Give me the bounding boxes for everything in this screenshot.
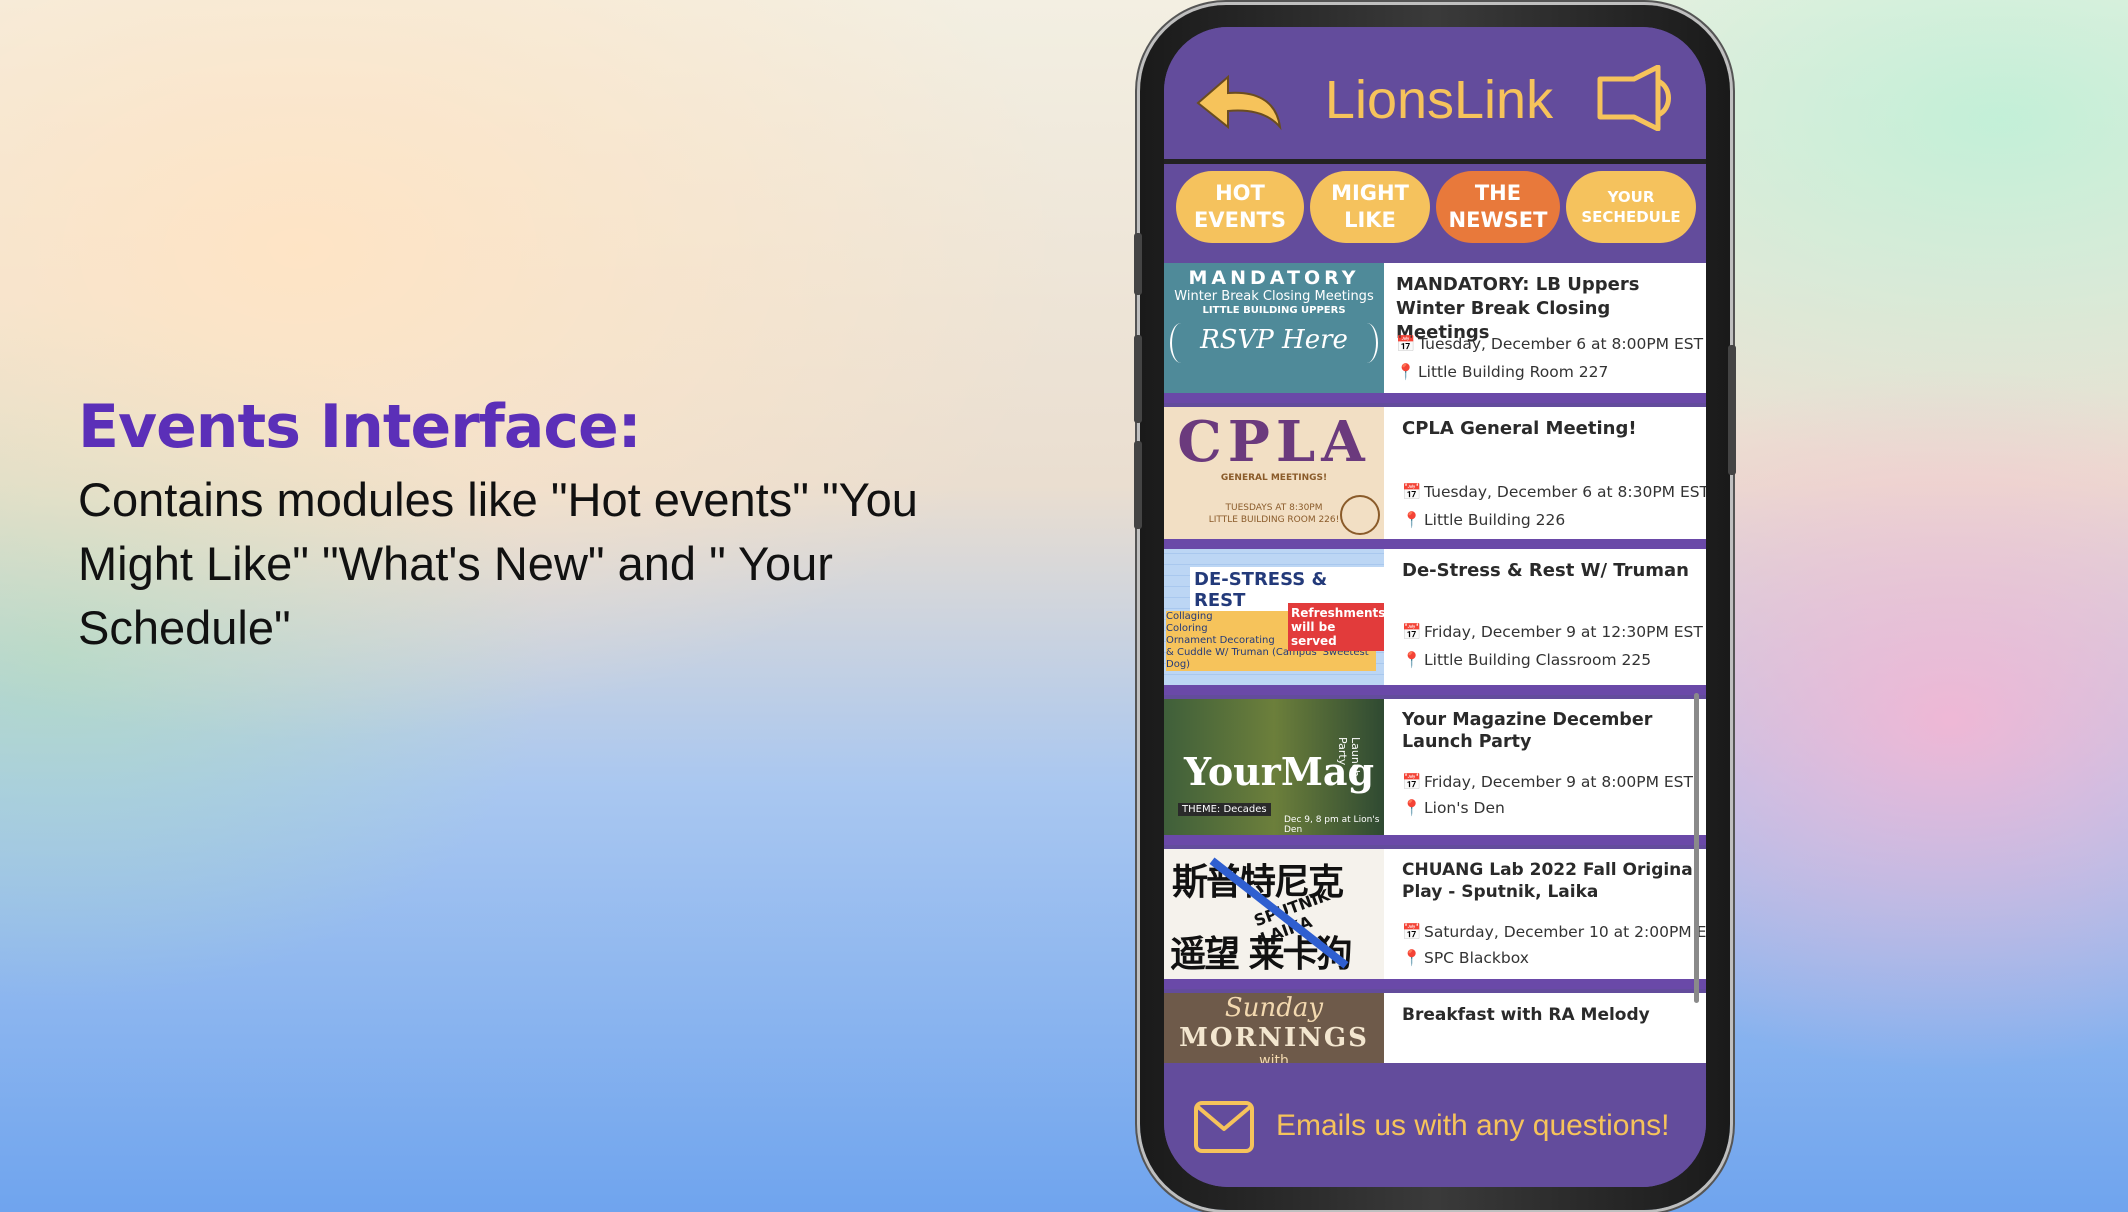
event-date: 📅 Friday, December 9 at 8:00PM EST <box>1402 773 1693 791</box>
app-screen: LionsLink HOT EVENTS MIGHT LIKE THE NEWS… <box>1164 27 1706 1187</box>
list-scrollbar[interactable] <box>1694 693 1699 1003</box>
poster-text: CPLA <box>1177 409 1371 475</box>
poster-text: THEME: Decades <box>1178 803 1271 816</box>
megaphone-icon[interactable] <box>1594 65 1674 131</box>
location-pin-icon: 📍 <box>1402 949 1422 967</box>
calendar-icon: 📅 <box>1402 923 1422 941</box>
event-card[interactable]: CPLA GENERAL MEETINGS! TUESDAYS AT 8:30P… <box>1164 407 1706 549</box>
event-list[interactable]: MANDATORY Winter Break Closing Meetings … <box>1164 263 1706 1063</box>
event-date-text: Friday, December 9 at 8:00PM EST <box>1424 773 1693 791</box>
phone-power-button <box>1728 345 1736 475</box>
poster-text: Refreshments will be served <box>1288 603 1384 651</box>
location-pin-icon: 📍 <box>1396 363 1416 381</box>
poster-logo <box>1340 495 1380 535</box>
tab-hot-events[interactable]: HOT EVENTS <box>1176 171 1304 243</box>
event-title[interactable]: CPLA General Meeting! <box>1402 417 1702 441</box>
tab-hot-events-label: HOT EVENTS <box>1194 181 1286 232</box>
calendar-icon: 📅 <box>1402 773 1422 791</box>
event-poster: CPLA GENERAL MEETINGS! TUESDAYS AT 8:30P… <box>1164 407 1384 539</box>
slide-description: Contains modules like "Hot events" "You … <box>78 473 918 654</box>
tab-the-newset[interactable]: THE NEWSET <box>1436 171 1560 243</box>
poster-text: LITTLE BUILDING UPPERS <box>1202 305 1346 316</box>
calendar-icon: 📅 <box>1402 483 1422 501</box>
location-pin-icon: 📍 <box>1402 651 1422 669</box>
event-date: 📅 Tuesday, December 6 at 8:00PM EST <box>1396 335 1703 353</box>
event-location-text: Little Building Classroom 225 <box>1424 651 1652 669</box>
event-card[interactable]: YourMag Launch Party THEME: Decades Dec … <box>1164 699 1706 845</box>
poster-text: Dec 9, 8 pm at Lion's Den <box>1284 815 1380 835</box>
contact-text[interactable]: Emails us with any questions! <box>1276 1109 1670 1143</box>
poster-text: MANDATORY <box>1188 267 1360 289</box>
tab-might-like-label: MIGHT LIKE <box>1331 181 1409 232</box>
event-location-text: Little Building 226 <box>1424 511 1566 529</box>
poster-text: RSVP Here <box>1200 325 1348 355</box>
phone-volume-up-button <box>1134 335 1142 423</box>
phone-frame: LionsLink HOT EVENTS MIGHT LIKE THE NEWS… <box>1134 5 1736 1210</box>
poster-leaf-decor <box>1170 323 1192 363</box>
event-date-text: Tuesday, December 6 at 8:30PM EST <box>1424 483 1706 501</box>
mail-icon[interactable] <box>1194 1101 1254 1153</box>
app-header: LionsLink <box>1164 27 1706 164</box>
phone-volume-down-button <box>1134 441 1142 529</box>
event-location: 📍 Lion's Den <box>1402 799 1505 817</box>
event-date: 📅 Saturday, December 10 at 2:00PM EST <box>1402 923 1706 941</box>
poster-text: MORNINGS <box>1179 1023 1369 1053</box>
event-date: 📅 Tuesday, December 6 at 8:30PM EST <box>1402 483 1706 501</box>
poster-text: Winter Break Closing Meetings <box>1174 289 1374 304</box>
event-poster: DE-STRESS & REST Collaging Coloring Orna… <box>1164 549 1384 685</box>
phone-side-button <box>1134 233 1142 295</box>
tab-your-schedule[interactable]: YOUR SECHEDULE <box>1566 171 1696 243</box>
event-location-text: Lion's Den <box>1424 799 1505 817</box>
event-location: 📍 Little Building 226 <box>1402 511 1565 529</box>
event-location: 📍 Little Building Classroom 225 <box>1402 651 1651 669</box>
tab-the-newset-label: THE NEWSET <box>1448 181 1548 232</box>
event-poster: YourMag Launch Party THEME: Decades Dec … <box>1164 699 1384 835</box>
calendar-icon: 📅 <box>1402 623 1422 641</box>
event-title[interactable]: Breakfast with RA Melody <box>1402 1003 1702 1027</box>
event-poster: 斯普特尼克 SPUTNIK LAIKA 遥望 莱卡狗 <box>1164 849 1384 979</box>
app-footer[interactable]: Emails us with any questions! <box>1164 1063 1706 1187</box>
event-title[interactable]: Your Magazine December Launch Party <box>1402 709 1702 753</box>
event-location-text: Little Building Room 227 <box>1418 363 1609 381</box>
poster-text: GENERAL MEETINGS! <box>1220 473 1328 483</box>
event-date-text: Saturday, December 10 at 2:00PM EST <box>1424 923 1706 941</box>
app-title: LionsLink <box>1324 70 1554 130</box>
event-poster: Sunday MORNINGS with <box>1164 993 1384 1063</box>
event-location: 📍 Little Building Room 227 <box>1396 363 1608 381</box>
event-poster: MANDATORY Winter Break Closing Meetings … <box>1164 263 1384 393</box>
event-date: 📅 Friday, December 9 at 12:30PM EST <box>1402 623 1703 641</box>
calendar-icon: 📅 <box>1396 335 1416 353</box>
tab-might-like[interactable]: MIGHT LIKE <box>1310 171 1430 243</box>
poster-text: Sunday <box>1224 993 1324 1023</box>
event-card[interactable]: 斯普特尼克 SPUTNIK LAIKA 遥望 莱卡狗 CHUANG Lab 20… <box>1164 849 1706 989</box>
event-card[interactable]: MANDATORY Winter Break Closing Meetings … <box>1164 263 1706 403</box>
slide-headline: Events Interface: <box>78 392 642 462</box>
event-card[interactable]: DE-STRESS & REST Collaging Coloring Orna… <box>1164 549 1706 695</box>
event-card[interactable]: Sunday MORNINGS with Breakfast with RA M… <box>1164 993 1706 1063</box>
back-arrow-icon[interactable] <box>1192 65 1288 135</box>
location-pin-icon: 📍 <box>1402 511 1422 529</box>
poster-text: Launch Party <box>1336 737 1362 777</box>
event-location: 📍 SPC Blackbox <box>1402 949 1529 967</box>
event-date-text: Tuesday, December 6 at 8:00PM EST <box>1418 335 1704 353</box>
poster-text: with <box>1259 1053 1289 1063</box>
category-tabs: HOT EVENTS MIGHT LIKE THE NEWSET YOUR SE… <box>1176 171 1696 243</box>
poster-leaf-decor <box>1356 323 1378 363</box>
location-pin-icon: 📍 <box>1402 799 1422 817</box>
event-date-text: Friday, December 9 at 12:30PM EST <box>1424 623 1703 641</box>
event-title[interactable]: CHUANG Lab 2022 Fall Original Play - Spu… <box>1402 859 1702 903</box>
event-title[interactable]: De-Stress & Rest W/ Truman <box>1402 559 1702 583</box>
event-location-text: SPC Blackbox <box>1424 949 1529 967</box>
tab-your-schedule-label: YOUR SECHEDULE <box>1581 188 1681 226</box>
